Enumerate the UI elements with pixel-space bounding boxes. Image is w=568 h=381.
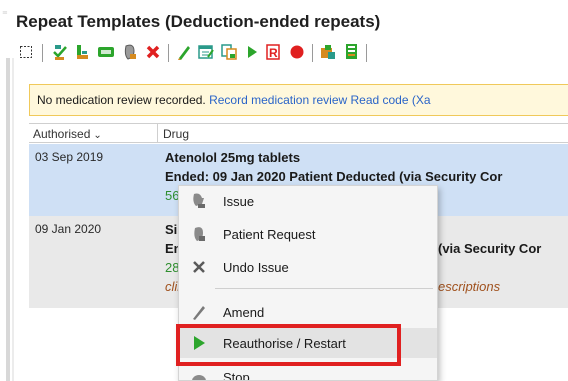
left-scroll-strip [6,58,10,381]
issue-icon [189,191,209,211]
document-icon[interactable] [342,41,362,63]
panel-title: Repeat Templates (Deduction-ended repeat… [16,12,381,31]
banner-text: No medication review recorded. [37,93,206,107]
authorised-date: 03 Sep 2019 [35,150,104,164]
toolbar-separator [168,44,169,62]
copy-icon[interactable] [219,41,239,63]
ended-reason: Ended: 09 Jan 2020 Patient Deducted (via… [165,169,503,184]
menu-item-label: Stop [223,370,250,381]
menu-item-issue[interactable]: Issue [179,186,437,216]
authorised-column-header[interactable]: Authorised ⌄ [33,127,102,141]
print-icon[interactable] [318,41,338,63]
undo-x-icon [189,257,209,277]
toolbar-separator [366,44,367,62]
amend-pencil-icon[interactable] [174,41,194,63]
menu-item-amend[interactable]: Amend [179,297,437,327]
column-divider[interactable] [157,124,158,143]
toolbar: R [16,41,568,65]
amend-pencil-icon [189,302,209,322]
toolbar-separator [42,44,43,62]
record-review-link[interactable]: Record medication review Read code (Xa [209,93,430,107]
chevron-down-icon: ⌄ [93,130,102,141]
medication-review-banner: No medication review recorded. Record me… [29,84,568,116]
select-checkbox-icon[interactable] [16,41,36,63]
stop-icon [189,367,209,380]
menu-item-patient-request[interactable]: Patient Request [179,219,437,249]
menu-item-label: Amend [223,305,265,320]
svg-text:R: R [269,46,278,60]
menu-item-undo-issue[interactable]: Undo Issue [179,252,437,282]
ended-reason-tail: (via Security Cor [438,241,542,256]
table-header: Authorised ⌄ Drug [29,123,568,143]
drug-column-header[interactable]: Drug [163,127,189,141]
left-scroll-strip-inner [12,58,14,381]
drag-handle-icon[interactable]: ⁼ [2,10,8,21]
prescription-r-icon[interactable]: R [263,41,283,63]
reauthorise-play-icon[interactable] [242,41,262,63]
annotation-highlight-box [176,324,401,366]
batch-issue-icon[interactable] [96,41,116,63]
menu-item-label: Issue [223,194,255,209]
delete-x-icon[interactable] [143,41,163,63]
issue-icon[interactable] [50,41,70,63]
drug-name: Atenolol 25mg tablets [165,150,301,165]
record-issue-icon[interactable] [72,41,92,63]
patient-request-icon[interactable] [120,41,140,63]
edit-grid-icon[interactable] [196,41,216,63]
menu-item-label: Patient Request [223,227,316,242]
toolbar-separator [312,44,313,62]
authorised-date: 09 Jan 2020 [35,222,102,236]
patient-request-icon [189,224,209,244]
menu-separator [215,288,433,289]
menu-item-label: Undo Issue [223,260,289,275]
clinical-note-tail: escriptions [438,279,501,294]
stop-record-icon[interactable] [287,41,307,63]
